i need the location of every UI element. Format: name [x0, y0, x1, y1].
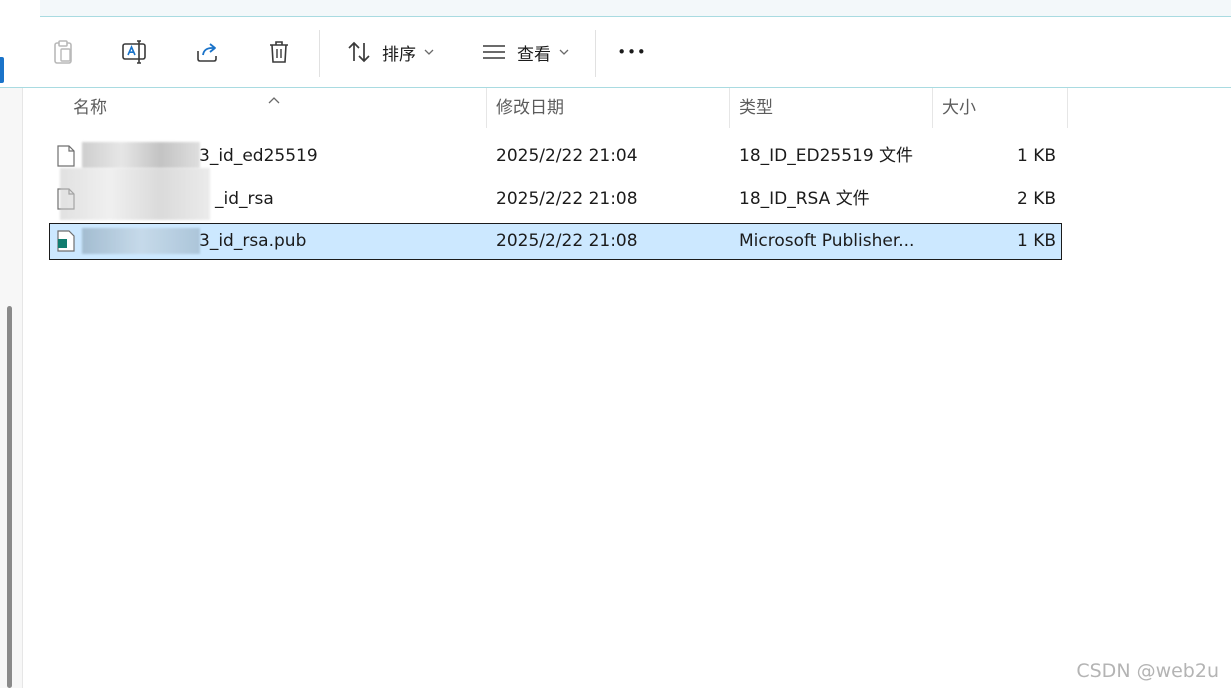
delete-icon — [266, 39, 292, 65]
sort-label: 排序 — [382, 44, 416, 65]
chevron-down-icon — [424, 49, 434, 55]
file-type: 18_ID_RSA 文件 — [739, 189, 870, 209]
column-header-row: 名称 修改日期 类型 大小 — [49, 88, 1069, 128]
column-divider[interactable] — [932, 88, 933, 128]
file-size: 2 KB — [1016, 189, 1056, 209]
view-label: 查看 — [517, 44, 551, 65]
file-name: _id_rsa — [215, 189, 274, 209]
file-type: 18_ID_ED25519 文件 — [739, 146, 914, 166]
redaction-blur — [60, 168, 210, 220]
watermark: CSDN @web2u — [1076, 660, 1219, 682]
chevron-down-icon — [559, 49, 569, 55]
file-date: 2025/2/22 21:08 — [496, 189, 638, 209]
toolbar-separator — [595, 30, 596, 77]
file-name: 3_id_ed25519 — [199, 146, 318, 166]
column-header-date[interactable]: 修改日期 — [496, 88, 564, 128]
rename-icon — [121, 39, 149, 65]
paste-button[interactable] — [42, 17, 84, 87]
share-button[interactable] — [186, 17, 228, 87]
new-button-edge[interactable] — [0, 57, 4, 83]
toolbar-separator — [319, 30, 320, 77]
nav-scrollbar-thumb[interactable] — [7, 306, 12, 688]
file-row-selected[interactable]: 3_id_rsa.pub 2025/2/22 21:08 Microsoft P… — [49, 223, 1062, 260]
column-divider[interactable] — [729, 88, 730, 128]
paste-icon — [50, 39, 76, 65]
file-type: Microsoft Publisher... — [739, 231, 915, 251]
sort-button[interactable]: 排序 — [340, 17, 440, 87]
file-date: 2025/2/22 21:08 — [496, 231, 638, 251]
column-divider[interactable] — [1067, 88, 1068, 128]
view-icon — [481, 42, 507, 62]
more-button[interactable]: ••• — [610, 17, 654, 87]
rename-button[interactable] — [114, 17, 156, 87]
sort-ascending-icon — [268, 89, 280, 108]
column-header-name[interactable]: 名称 — [73, 88, 107, 128]
file-date: 2025/2/22 21:04 — [496, 146, 638, 166]
delete-button[interactable] — [258, 17, 300, 87]
more-icon: ••• — [617, 43, 647, 61]
redaction-blur — [82, 228, 200, 254]
command-bar: 排序 查看 ••• — [0, 17, 1231, 88]
file-size: 1 KB — [1016, 146, 1056, 166]
view-button[interactable]: 查看 — [475, 17, 575, 87]
file-name: 3_id_rsa.pub — [199, 231, 307, 251]
address-bar-strip — [40, 0, 1231, 17]
publisher-file-icon — [57, 230, 75, 257]
share-icon — [194, 39, 220, 65]
sort-icon — [346, 40, 372, 64]
column-header-type[interactable]: 类型 — [739, 88, 773, 128]
file-size: 1 KB — [1016, 231, 1056, 251]
redaction-blur — [82, 142, 200, 168]
column-header-size[interactable]: 大小 — [942, 88, 976, 128]
column-divider[interactable] — [486, 88, 487, 128]
